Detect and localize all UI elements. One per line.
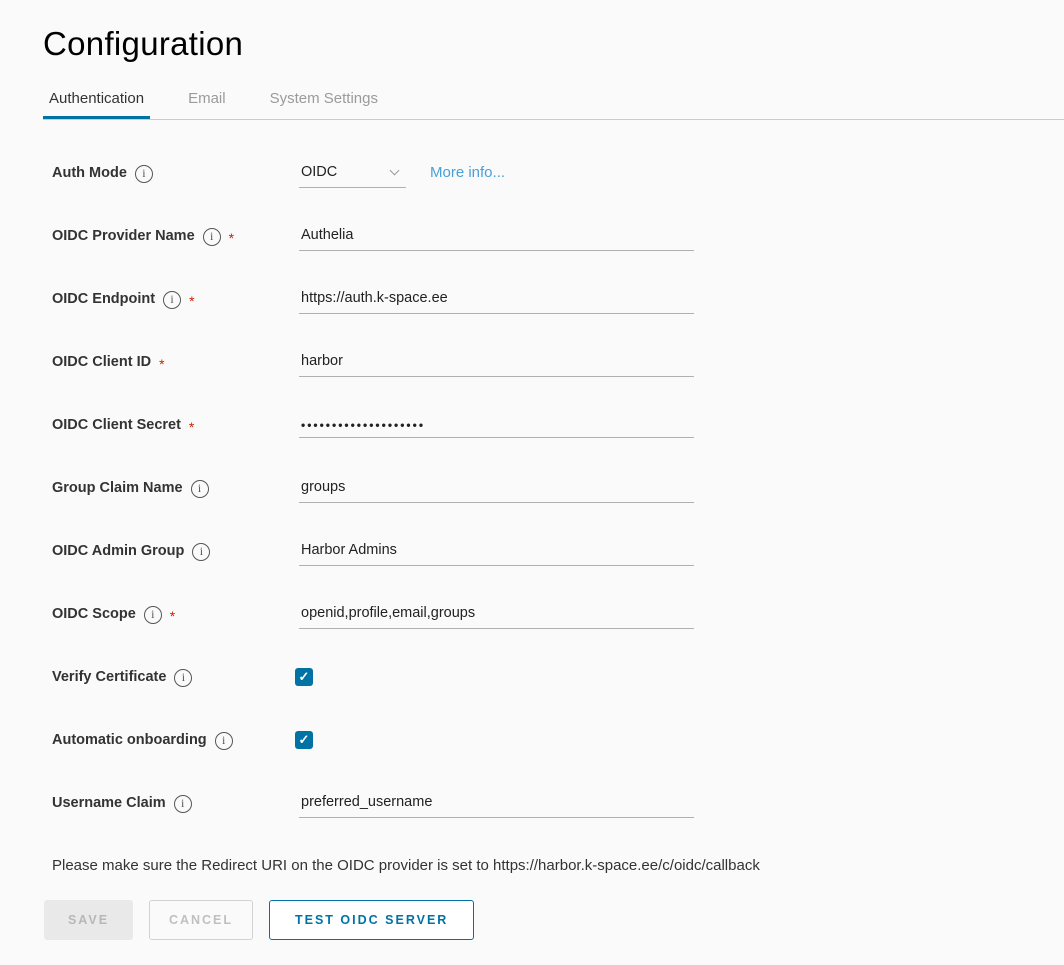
info-icon[interactable]: i	[174, 795, 192, 813]
automatic-onboarding-checkbox[interactable]: ✓	[295, 731, 313, 749]
field-label: Verify Certificate	[52, 668, 166, 687]
verify-certificate-checkbox[interactable]: ✓	[295, 668, 313, 686]
info-icon[interactable]: i	[192, 543, 210, 561]
configuration-page: Configuration Authentication Email Syste…	[0, 0, 1064, 940]
info-icon[interactable]: i	[174, 669, 192, 687]
username-claim-input[interactable]	[299, 794, 694, 818]
field-row-oidc-admin-group: OIDC Admin Group i	[52, 542, 1064, 568]
tab-authentication[interactable]: Authentication	[43, 90, 150, 119]
info-icon[interactable]: i	[191, 480, 209, 498]
redirect-uri-note: Please make sure the Redirect URI on the…	[52, 857, 1064, 874]
info-icon[interactable]: i	[163, 291, 181, 309]
oidc-client-id-input[interactable]	[299, 353, 694, 377]
info-icon[interactable]: i	[215, 732, 233, 750]
field-label: Auth Mode	[52, 164, 127, 183]
field-row-oidc-client-id: OIDC Client ID *	[52, 353, 1064, 379]
chevron-down-icon	[390, 166, 400, 176]
required-asterisk: *	[159, 356, 164, 372]
auth-mode-select[interactable]: OIDC	[299, 164, 406, 188]
oidc-admin-group-input[interactable]	[299, 542, 694, 566]
required-asterisk: *	[189, 419, 194, 435]
save-button[interactable]: SAVE	[44, 900, 133, 940]
field-label: OIDC Scope	[52, 605, 136, 624]
info-icon[interactable]: i	[135, 165, 153, 183]
field-row-oidc-provider-name: OIDC Provider Name i *	[52, 227, 1064, 253]
tab-bar: Authentication Email System Settings	[43, 90, 1064, 120]
tab-system-settings[interactable]: System Settings	[264, 90, 384, 119]
field-row-oidc-scope: OIDC Scope i *	[52, 605, 1064, 631]
oidc-endpoint-input[interactable]	[299, 290, 694, 314]
tab-email[interactable]: Email	[182, 90, 232, 119]
auth-settings-form: Auth Mode i OIDC More info... OIDC Provi…	[52, 164, 1064, 820]
oidc-provider-name-input[interactable]	[299, 227, 694, 251]
group-claim-name-input[interactable]	[299, 479, 694, 503]
info-icon[interactable]: i	[144, 606, 162, 624]
field-label: OIDC Client Secret	[52, 416, 181, 435]
oidc-scope-input[interactable]	[299, 605, 694, 629]
field-label: OIDC Admin Group	[52, 542, 184, 561]
auth-mode-selected-value: OIDC	[301, 164, 337, 180]
field-row-group-claim-name: Group Claim Name i	[52, 479, 1064, 505]
checkmark-icon: ✓	[299, 732, 310, 748]
field-label: Username Claim	[52, 794, 166, 813]
field-label: OIDC Provider Name	[52, 227, 195, 246]
field-row-oidc-endpoint: OIDC Endpoint i *	[52, 290, 1064, 316]
more-info-link[interactable]: More info...	[430, 164, 505, 181]
cancel-button[interactable]: CANCEL	[149, 900, 253, 940]
field-row-verify-certificate: Verify Certificate i ✓	[52, 668, 1064, 694]
page-title: Configuration	[43, 27, 1064, 61]
test-oidc-server-button[interactable]: TEST OIDC SERVER	[269, 900, 474, 940]
field-row-auth-mode: Auth Mode i OIDC More info...	[52, 164, 1064, 190]
info-icon[interactable]: i	[203, 228, 221, 246]
field-row-automatic-onboarding: Automatic onboarding i ✓	[52, 731, 1064, 757]
required-asterisk: *	[229, 230, 234, 246]
required-asterisk: *	[189, 293, 194, 309]
field-label: OIDC Client ID	[52, 353, 151, 372]
oidc-client-secret-input[interactable]	[299, 416, 694, 438]
field-label: OIDC Endpoint	[52, 290, 155, 309]
field-label: Group Claim Name	[52, 479, 183, 498]
form-actions: SAVE CANCEL TEST OIDC SERVER	[44, 900, 1064, 940]
checkmark-icon: ✓	[299, 669, 310, 685]
field-label: Automatic onboarding	[52, 731, 207, 750]
required-asterisk: *	[170, 608, 175, 624]
field-row-username-claim: Username Claim i	[52, 794, 1064, 820]
field-row-oidc-client-secret: OIDC Client Secret *	[52, 416, 1064, 442]
